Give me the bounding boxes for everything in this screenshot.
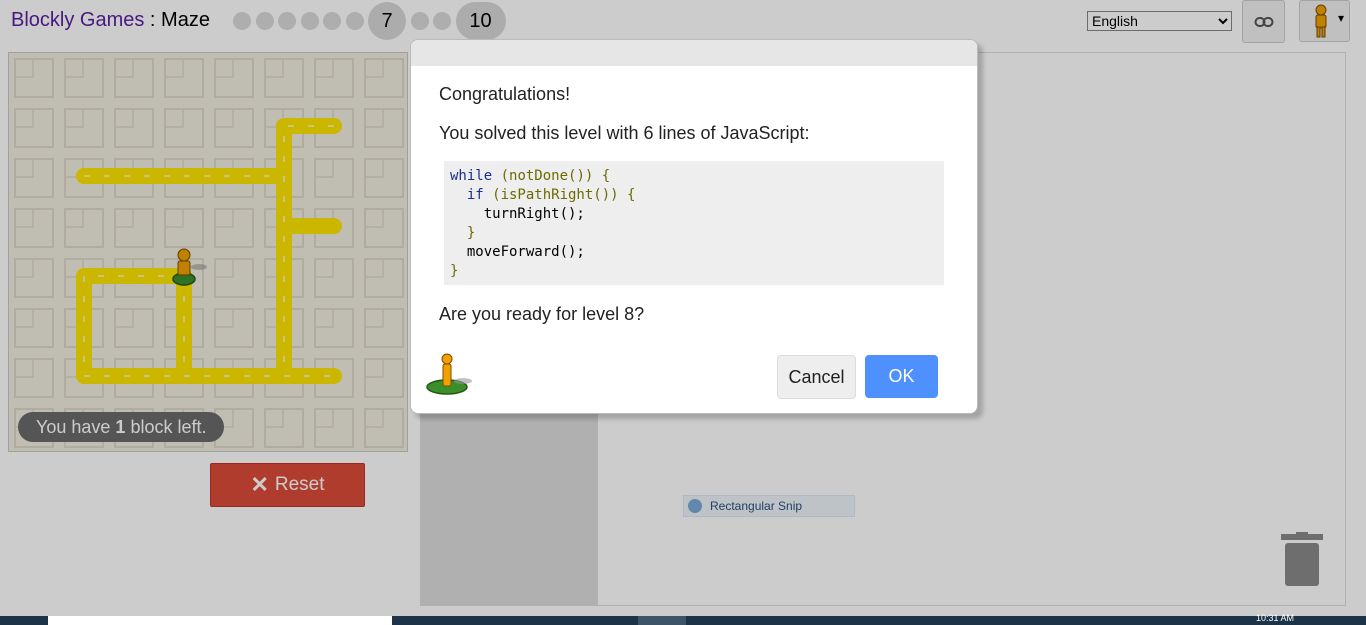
code-text: (isPathRight()) {	[483, 187, 636, 203]
congrats-dialog: Congratulations! You solved this level w…	[410, 39, 978, 414]
pegman-icon	[426, 353, 472, 395]
taskbar-active-app[interactable]	[638, 616, 686, 625]
code-text: moveForward();	[450, 244, 585, 260]
os-taskbar: 10:31 AM	[0, 613, 1366, 625]
ok-button[interactable]: OK	[865, 355, 938, 398]
congrats-text: Congratulations!	[439, 84, 571, 104]
taskbar-search[interactable]	[48, 616, 392, 625]
code-keyword: if	[450, 187, 484, 203]
solved-text: You solved this level with 6 lines of Ja…	[439, 123, 810, 143]
dialog-titlebar[interactable]	[411, 40, 977, 66]
cancel-button[interactable]: Cancel	[777, 355, 856, 399]
taskbar-clock: 10:31 AM	[1256, 613, 1295, 623]
code-text: turnRight();	[450, 206, 585, 222]
code-block: while (notDone()) { if (isPathRight()) {…	[444, 161, 944, 285]
code-keyword: while	[450, 168, 493, 184]
code-text: }	[450, 263, 459, 279]
next-level-question: Are you ready for level 8?	[439, 304, 645, 324]
code-text: }	[450, 225, 476, 241]
code-text: (notDone()) {	[492, 168, 611, 184]
